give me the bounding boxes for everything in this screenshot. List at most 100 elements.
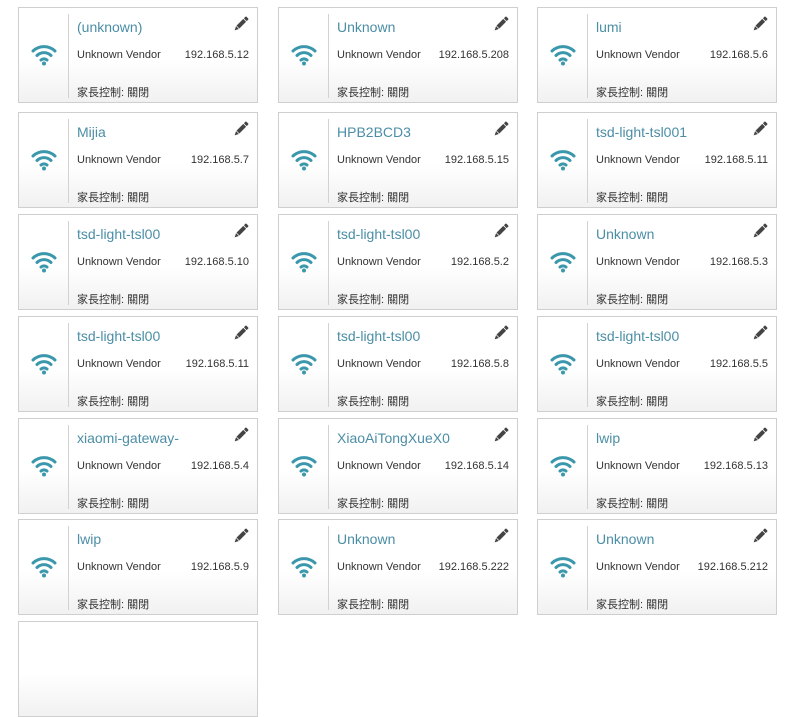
- pencil-icon[interactable]: [492, 222, 510, 240]
- pencil-icon[interactable]: [232, 324, 250, 342]
- device-vendor: Unknown Vendor: [337, 561, 421, 573]
- device-ip: 192.168.5.212: [697, 561, 768, 573]
- device-icon-column: [279, 215, 328, 309]
- device-name: tsd-light-tsl00: [77, 226, 161, 242]
- device-card[interactable]: XiaoAiTongXueX0 Unknown Vendor 192.168.5.1…: [278, 418, 518, 514]
- pencil-icon[interactable]: [492, 15, 510, 33]
- pencil-icon[interactable]: [492, 426, 510, 444]
- wifi-icon: [291, 351, 317, 375]
- device-ip: 192.168.5.11: [704, 154, 768, 166]
- device-card-partial[interactable]: [18, 621, 258, 717]
- device-card[interactable]: lwip Unknown Vendor 192.168.5.9 家長控制: 關閉: [18, 519, 258, 615]
- device-card[interactable]: tsd-light-tsl00 Unknown Vendor 192.168.5.1…: [18, 316, 258, 412]
- device-card[interactable]: Unknown Unknown Vendor 192.168.5.212 家長控制: …: [537, 519, 777, 615]
- device-name: Unknown: [337, 531, 396, 547]
- pencil-icon[interactable]: [232, 15, 250, 33]
- device-card[interactable]: lumi Unknown Vendor 192.168.5.6 家長控制: 關閉: [537, 7, 777, 103]
- card-divider: [587, 14, 588, 98]
- device-ip: 192.168.5.11: [185, 358, 249, 370]
- device-card[interactable]: tsd-light-tsl00 Unknown Vendor 192.168.5.2…: [278, 214, 518, 310]
- pencil-icon[interactable]: [232, 120, 250, 138]
- pencil-icon[interactable]: [492, 324, 510, 342]
- parental-control-status: 家長控制: 關閉: [337, 189, 409, 205]
- parental-control-value: 關閉: [646, 396, 669, 408]
- parental-control-value: 關閉: [646, 294, 669, 306]
- parental-control-value: 關閉: [127, 396, 150, 408]
- device-icon-column: [19, 419, 68, 513]
- parental-control-label: 家長控制:: [596, 294, 644, 306]
- device-icon-column: [279, 113, 328, 207]
- pencil-icon[interactable]: [751, 426, 769, 444]
- device-card[interactable]: lwip Unknown Vendor 192.168.5.13 家長控制: 關閉: [537, 418, 777, 514]
- device-vendor: Unknown Vendor: [596, 256, 680, 268]
- card-divider: [68, 14, 69, 98]
- parental-control-status: 家長控制: 關閉: [337, 495, 409, 511]
- device-card[interactable]: Unknown Unknown Vendor 192.168.5.222 家長控制: …: [278, 519, 518, 615]
- card-divider: [68, 323, 69, 407]
- pencil-icon[interactable]: [751, 15, 769, 33]
- parental-control-label: 家長控制:: [337, 192, 385, 204]
- wifi-icon: [31, 554, 57, 578]
- device-card[interactable]: Mijia Unknown Vendor 192.168.5.7 家長控制: 關閉: [18, 112, 258, 208]
- wifi-icon: [550, 147, 576, 171]
- device-card[interactable]: Unknown Unknown Vendor 192.168.5.3 家長控制: 關閉: [537, 214, 777, 310]
- device-card[interactable]: HPB2BCD3 Unknown Vendor 192.168.5.15 家長控制: …: [278, 112, 518, 208]
- device-card[interactable]: (unknown) Unknown Vendor 192.168.5.12 家長控制:…: [18, 7, 258, 103]
- device-vendor: Unknown Vendor: [77, 561, 161, 573]
- parental-control-status: 家長控制: 關閉: [337, 393, 409, 409]
- parental-control-value: 關閉: [646, 599, 669, 611]
- pencil-icon[interactable]: [492, 120, 510, 138]
- device-card[interactable]: tsd-light-tsl00 Unknown Vendor 192.168.5.5…: [537, 316, 777, 412]
- parental-control-label: 家長控制:: [337, 599, 385, 611]
- card-divider: [328, 526, 329, 610]
- device-name: HPB2BCD3: [337, 124, 411, 140]
- parental-control-value: 關閉: [387, 192, 410, 204]
- pencil-icon[interactable]: [232, 527, 250, 545]
- pencil-icon[interactable]: [751, 527, 769, 545]
- device-vendor: Unknown Vendor: [77, 256, 161, 268]
- device-vendor: Unknown Vendor: [337, 256, 421, 268]
- device-name: lwip: [77, 531, 102, 547]
- pencil-icon[interactable]: [751, 222, 769, 240]
- parental-control-status: 家長控制: 關閉: [77, 291, 149, 307]
- pencil-icon[interactable]: [232, 426, 250, 444]
- card-divider: [68, 221, 69, 305]
- wifi-icon: [291, 249, 317, 273]
- parental-control-label: 家長控制:: [337, 87, 385, 99]
- card-divider: [587, 425, 588, 509]
- device-name: tsd-light-tsl001: [596, 124, 688, 140]
- pencil-icon[interactable]: [751, 324, 769, 342]
- parental-control-label: 家長控制:: [77, 498, 125, 510]
- parental-control-status: 家長控制: 關閉: [337, 596, 409, 612]
- pencil-icon[interactable]: [492, 527, 510, 545]
- device-card[interactable]: Unknown Unknown Vendor 192.168.5.208 家長控制: …: [278, 7, 518, 103]
- pencil-icon[interactable]: [751, 120, 769, 138]
- device-ip: 192.168.5.13: [703, 460, 768, 472]
- parental-control-label: 家長控制:: [596, 396, 644, 408]
- parental-control-value: 關閉: [387, 294, 410, 306]
- parental-control-status: 家長控制: 關閉: [337, 291, 409, 307]
- device-name: Unknown: [596, 531, 655, 547]
- parental-control-value: 關閉: [127, 599, 150, 611]
- wifi-icon: [550, 554, 576, 578]
- pencil-icon[interactable]: [232, 222, 250, 240]
- device-ip: 192.168.5.6: [709, 49, 768, 61]
- parental-control-label: 家長控制:: [77, 87, 125, 99]
- device-card[interactable]: xiaomi-gateway- Unknown Vendor 192.168.5.4…: [18, 418, 258, 514]
- device-card[interactable]: tsd-light-tsl00 Unknown Vendor 192.168.5.8…: [278, 316, 518, 412]
- parental-control-value: 關閉: [127, 192, 150, 204]
- device-card[interactable]: tsd-light-tsl001 Unknown Vendor 192.168.5.…: [537, 112, 777, 208]
- device-name: tsd-light-tsl00: [77, 328, 161, 344]
- wifi-icon: [550, 249, 576, 273]
- parental-control-label: 家長控制:: [337, 294, 385, 306]
- device-ip: 192.168.5.9: [190, 561, 249, 573]
- device-icon-column: [538, 113, 587, 207]
- device-vendor: Unknown Vendor: [337, 154, 421, 166]
- wifi-icon: [31, 147, 57, 171]
- device-vendor: Unknown Vendor: [337, 49, 421, 61]
- device-name: tsd-light-tsl00: [337, 328, 421, 344]
- wifi-icon: [550, 351, 576, 375]
- device-card[interactable]: tsd-light-tsl00 Unknown Vendor 192.168.5.1…: [18, 214, 258, 310]
- parental-control-value: 關閉: [646, 498, 669, 510]
- device-ip: 192.168.5.8: [450, 358, 509, 370]
